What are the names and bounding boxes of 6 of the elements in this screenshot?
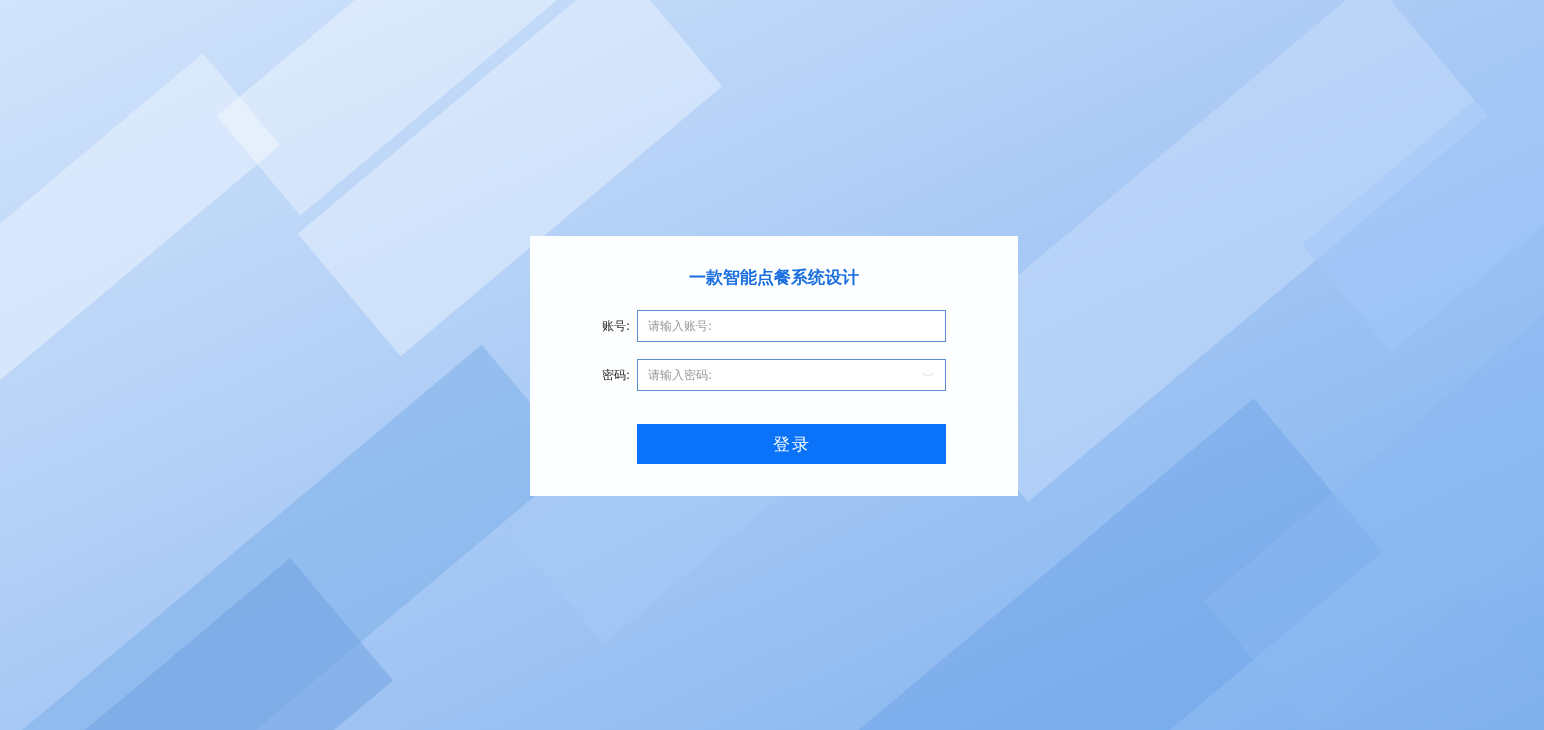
password-field[interactable]: 请输入密码: <box>637 359 946 391</box>
login-title: 一款智能点餐系统设计 <box>688 266 860 289</box>
field-label: 账号: <box>600 317 631 335</box>
field-label: 密码: <box>600 366 631 384</box>
account-field[interactable]: 请输入账号: <box>637 310 946 342</box>
login-button[interactable]: 登录 <box>637 424 946 464</box>
